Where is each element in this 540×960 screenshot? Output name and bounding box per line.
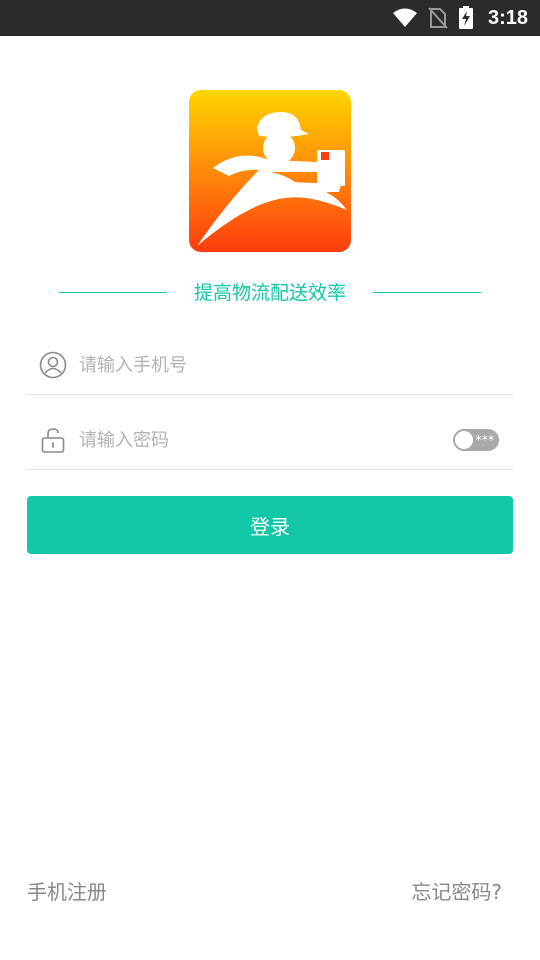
phone-input[interactable] [79,348,439,382]
wifi-icon [392,8,418,28]
status-icons: 3:18 [392,0,528,36]
phone-field [27,336,513,395]
battery-charging-icon [458,6,474,30]
login-button[interactable]: 登录 [27,496,513,554]
status-bar: 3:18 [0,0,540,36]
status-time: 3:18 [487,6,528,29]
toggle-mask-text: *** [475,433,495,447]
unlock-icon [39,426,67,454]
slogan-row: 提高物流配送效率 [0,278,540,308]
forgot-password-link[interactable]: 忘记密码? [411,877,502,907]
user-icon [39,351,67,379]
register-link[interactable]: 手机注册 [27,877,107,907]
password-input[interactable] [79,423,439,457]
slogan-divider-left [59,292,167,293]
toggle-knob [455,431,473,449]
app-logo [189,90,351,252]
slogan-text: 提高物流配送效率 [193,282,346,304]
password-visibility-toggle[interactable]: *** [453,429,499,451]
no-sim-icon [428,7,448,29]
courier-runner-logo-icon [189,90,351,252]
slogan-divider-right [373,292,481,293]
password-field: *** [27,411,513,470]
